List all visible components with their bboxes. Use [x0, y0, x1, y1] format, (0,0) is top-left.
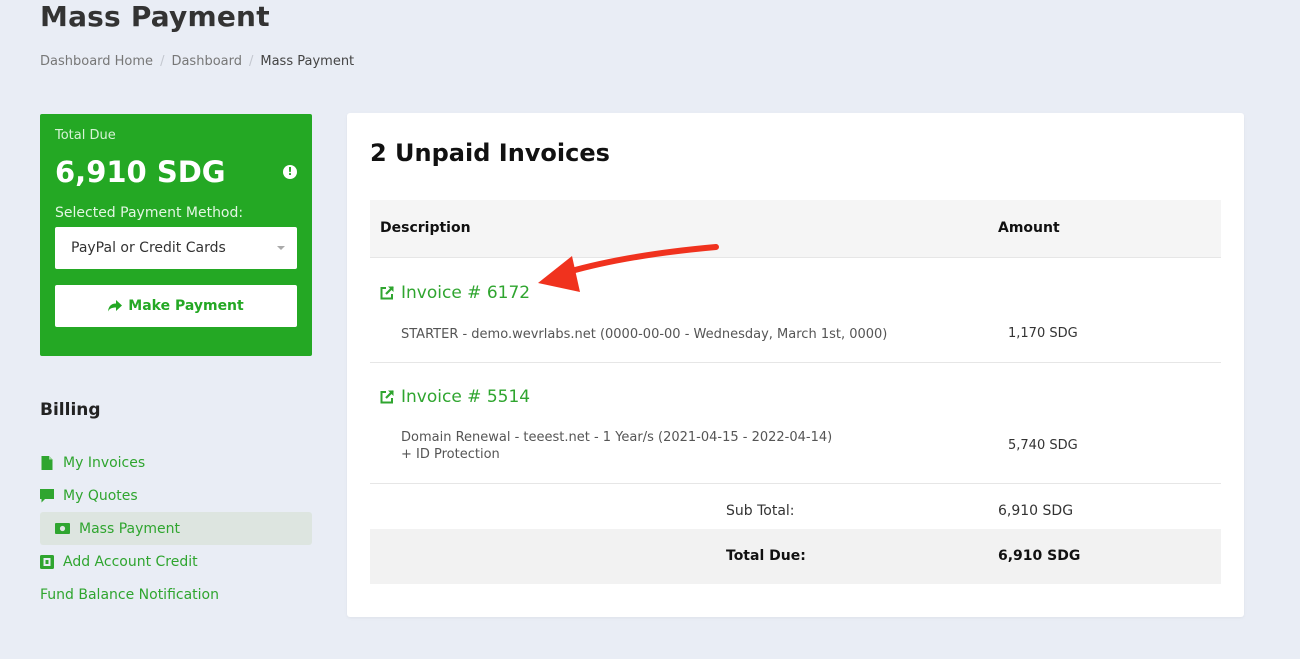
payment-method-label: Selected Payment Method: — [55, 205, 244, 221]
table-row: Invoice # 5514 Domain Renewal - teeest.n… — [370, 363, 1221, 484]
total-due-card: Total Due 6,910 SDG ! Selected Payment M… — [40, 114, 312, 356]
share-arrow-icon — [108, 300, 123, 312]
invoice-amount: 1,170 SDG — [1008, 326, 1078, 341]
invoice-description-line: STARTER - demo.wevrlabs.net (0000-00-00 … — [401, 327, 888, 342]
external-link-icon — [380, 286, 394, 300]
sidebar-item-my-invoices[interactable]: My Invoices — [40, 446, 312, 479]
total-due-row: Total Due: 6,910 SDG — [370, 529, 1221, 584]
invoices-title: 2 Unpaid Invoices — [370, 139, 610, 167]
comment-icon — [40, 488, 54, 502]
payment-method-select[interactable]: PayPal or Credit Cards — [55, 227, 297, 269]
billing-title: Billing — [40, 400, 101, 420]
sidebar-item-label: My Quotes — [63, 487, 138, 504]
credit-icon — [40, 554, 54, 569]
total-due-row-label: Total Due: — [726, 548, 806, 564]
invoice-description: Domain Renewal - teeest.net - 1 Year/s (… — [401, 429, 832, 463]
sidebar-item-label: Add Account Credit — [63, 553, 198, 570]
billing-menu: My Invoices My Quotes Mass Payment Add A… — [40, 446, 312, 611]
file-icon — [41, 455, 53, 470]
total-due-amount-row: 6,910 SDG ! — [55, 155, 297, 189]
sidebar-item-label: Fund Balance Notification — [40, 586, 219, 603]
invoice-description-line: Domain Renewal - teeest.net - 1 Year/s (… — [401, 430, 833, 445]
table-header: Description Amount — [370, 200, 1221, 258]
table-row: Invoice # 6172 STARTER - demo.wevrlabs.n… — [370, 259, 1221, 363]
invoice-link-label: Invoice # 5514 — [401, 387, 531, 407]
sidebar-item-mass-payment[interactable]: Mass Payment — [40, 512, 312, 545]
total-due-label: Total Due — [55, 128, 116, 143]
payment-method-value: PayPal or Credit Cards — [71, 240, 226, 256]
breadcrumb-dashboard-home[interactable]: Dashboard Home — [40, 54, 153, 69]
sidebar-item-fund-balance-notification[interactable]: Fund Balance Notification — [40, 578, 312, 611]
sidebar-item-my-quotes[interactable]: My Quotes — [40, 479, 312, 512]
breadcrumb-separator: / — [248, 54, 254, 69]
subtotal-value: 6,910 SDG — [998, 503, 1074, 519]
sidebar-item-add-account-credit[interactable]: Add Account Credit — [40, 545, 312, 578]
invoice-description-line: + ID Protection — [401, 447, 500, 462]
subtotal-row: Sub Total: 6,910 SDG — [370, 484, 1221, 529]
total-due-row-value: 6,910 SDG — [998, 548, 1081, 564]
subtotal-label: Sub Total: — [726, 503, 795, 519]
external-link-icon — [380, 390, 394, 404]
sidebar-item-label: Mass Payment — [79, 520, 180, 537]
breadcrumb: Dashboard Home / Dashboard / Mass Paymen… — [40, 54, 354, 69]
invoice-description: STARTER - demo.wevrlabs.net (0000-00-00 … — [401, 326, 887, 343]
page-title: Mass Payment — [40, 0, 270, 33]
make-payment-button[interactable]: Make Payment — [55, 285, 297, 327]
column-header-amount: Amount — [998, 220, 1060, 236]
invoice-amount: 5,740 SDG — [1008, 438, 1078, 453]
exclamation-icon[interactable]: ! — [283, 165, 297, 179]
breadcrumb-dashboard[interactable]: Dashboard — [171, 54, 242, 69]
sidebar-item-label: My Invoices — [63, 454, 146, 471]
money-icon — [55, 523, 70, 534]
invoices-panel: 2 Unpaid Invoices Description Amount Inv… — [347, 113, 1244, 617]
caret-down-icon — [277, 246, 285, 250]
invoice-link-5514[interactable]: Invoice # 5514 — [380, 387, 530, 407]
column-header-description: Description — [380, 220, 471, 236]
total-due-amount: 6,910 SDG — [55, 155, 226, 189]
breadcrumb-separator: / — [160, 54, 165, 69]
make-payment-label: Make Payment — [128, 298, 244, 314]
invoice-link-label: Invoice # 6172 — [401, 283, 531, 303]
invoice-link-6172[interactable]: Invoice # 6172 — [380, 283, 530, 303]
breadcrumb-current: Mass Payment — [260, 54, 355, 69]
